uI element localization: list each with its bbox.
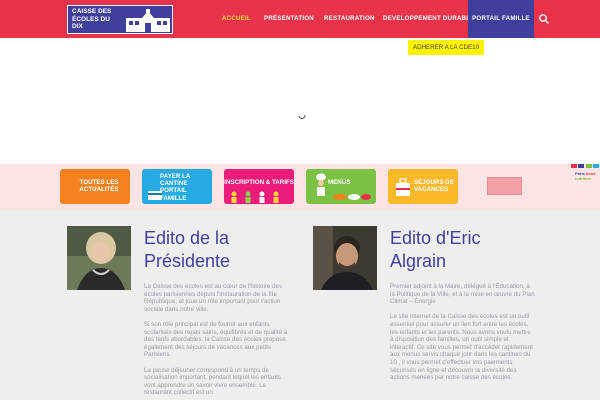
children-group-icon bbox=[231, 191, 279, 203]
edito-eric-paragraph: Le site internet de la Caisse des écoles… bbox=[390, 313, 533, 382]
edito-presidente-paragraph: La pause déjeuner correspond à un temps … bbox=[144, 366, 281, 397]
tile-sejours-vacances[interactable]: SÉJOURS DE VACANCES bbox=[388, 169, 458, 204]
nav-accueil[interactable]: ACCUEIL bbox=[222, 0, 251, 38]
tile-payer-cantine[interactable]: PAYER LA CANTINE PORTAIL FAMILLE bbox=[142, 169, 212, 204]
logo-text: CAISSE DES ÉCOLES DU DIX bbox=[72, 8, 112, 30]
food-plates-icon bbox=[333, 194, 371, 200]
suitcase-icon bbox=[396, 178, 410, 196]
chef-icon bbox=[316, 173, 326, 196]
search-icon[interactable] bbox=[538, 13, 550, 25]
edito-presidente-paragraph: La Caisse des écoles est au cœur de l'hi… bbox=[144, 283, 283, 313]
nav-portail-famille[interactable]: PORTAIL FAMILLE bbox=[468, 0, 534, 38]
paris-logo-line3: nutrition bbox=[575, 175, 592, 181]
presidente-photo bbox=[67, 226, 131, 290]
edito-eric-text: Premier adjoint à la Maire, délégué à l'… bbox=[390, 283, 535, 389]
tile-actualites-label: TOUTES LES ACTUALITÉS bbox=[79, 179, 119, 194]
edito-eric-title: Edito d'Eric Algrain bbox=[390, 228, 481, 271]
nav-restauration[interactable]: RESTAURATION bbox=[324, 0, 375, 38]
credit-card-icon bbox=[148, 191, 162, 200]
tile-payer-label: PAYER LA CANTINE PORTAIL FAMILLE bbox=[160, 173, 191, 202]
eric-algrain-photo bbox=[313, 226, 377, 290]
nav-presentation[interactable]: PRÉSENTATION bbox=[264, 0, 314, 38]
adherer-button[interactable]: ADHERER A LA CDE10 bbox=[408, 40, 484, 55]
edito-presidente-text: La Caisse des écoles est au cœur de l'hi… bbox=[144, 283, 289, 400]
edito-eric-paragraph: Premier adjoint à la Maire, délégué à l'… bbox=[390, 283, 535, 306]
school-building-icon bbox=[126, 9, 170, 32]
edito-section: Edito de la Présidente La Caisse des éco… bbox=[0, 210, 600, 400]
header-bar: CAISSE DES ÉCOLES DU DIX ACCUEIL PRÉSENT… bbox=[0, 0, 600, 38]
loading-spinner-icon bbox=[298, 114, 306, 120]
paris-nutrition-logo: Paris bons nutrition bbox=[575, 171, 595, 181]
tile-inscription-tarifs[interactable]: INSCRIPTION & TARIFS bbox=[224, 169, 294, 204]
tile-menus[interactable]: MENUS bbox=[306, 169, 376, 204]
edito-presidente-title: Edito de la Présidente bbox=[144, 228, 231, 271]
tile-sejours-label: SÉJOURS DE VACANCES bbox=[414, 179, 454, 194]
edito-presidente-paragraph: Si son rôle principal est de fournir aux… bbox=[144, 320, 288, 359]
nav-developpement-durable[interactable]: DEVELOPPEMENT DURABLE bbox=[383, 0, 475, 38]
site-logo[interactable]: CAISSE DES ÉCOLES DU DIX bbox=[67, 5, 173, 34]
tile-actualites[interactable]: TOUTES LES ACTUALITÉS bbox=[60, 169, 130, 204]
partner-banner[interactable] bbox=[487, 177, 522, 195]
tile-menus-label: MENUS bbox=[328, 179, 351, 186]
quick-links-band: TOUTES LES ACTUALITÉS PAYER LA CANTINE P… bbox=[0, 164, 600, 210]
tile-inscription-label: INSCRIPTION & TARIFS bbox=[224, 179, 294, 186]
